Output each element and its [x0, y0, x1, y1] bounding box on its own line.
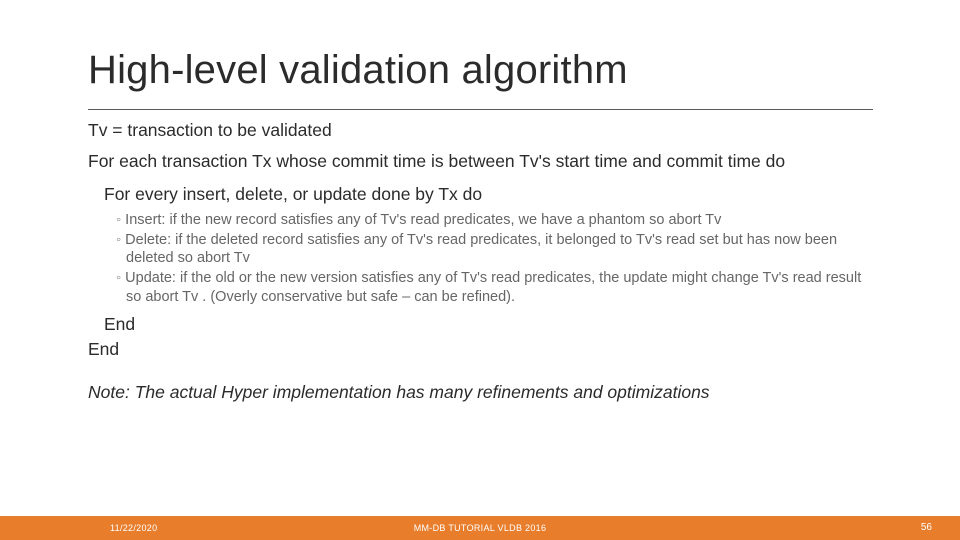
title-divider [88, 109, 873, 110]
slide-body: Tv = transaction to be validated For eac… [88, 120, 878, 403]
bullet-update: Update: if the old or the new version sa… [116, 269, 878, 305]
bullet-delete: Delete: if the deleted record satisfies … [116, 231, 878, 267]
outer-loop-line: For each transaction Tx whose commit tim… [88, 151, 878, 172]
footer-page-number: 56 [921, 516, 932, 540]
inner-loop-line: For every insert, delete, or update done… [104, 184, 878, 205]
slide: High-level validation algorithm Tv = tra… [0, 0, 960, 540]
end-outer: End [88, 339, 878, 360]
footer-center: MM-DB TUTORIAL VLDB 2016 [0, 516, 960, 540]
definition-line: Tv = transaction to be validated [88, 120, 878, 141]
note-line: Note: The actual Hyper implementation ha… [88, 382, 878, 403]
bullet-list: Insert: if the new record satisfies any … [116, 211, 878, 306]
end-inner: End [104, 314, 878, 335]
slide-title: High-level validation algorithm [88, 48, 628, 93]
bullet-insert: Insert: if the new record satisfies any … [116, 211, 878, 229]
